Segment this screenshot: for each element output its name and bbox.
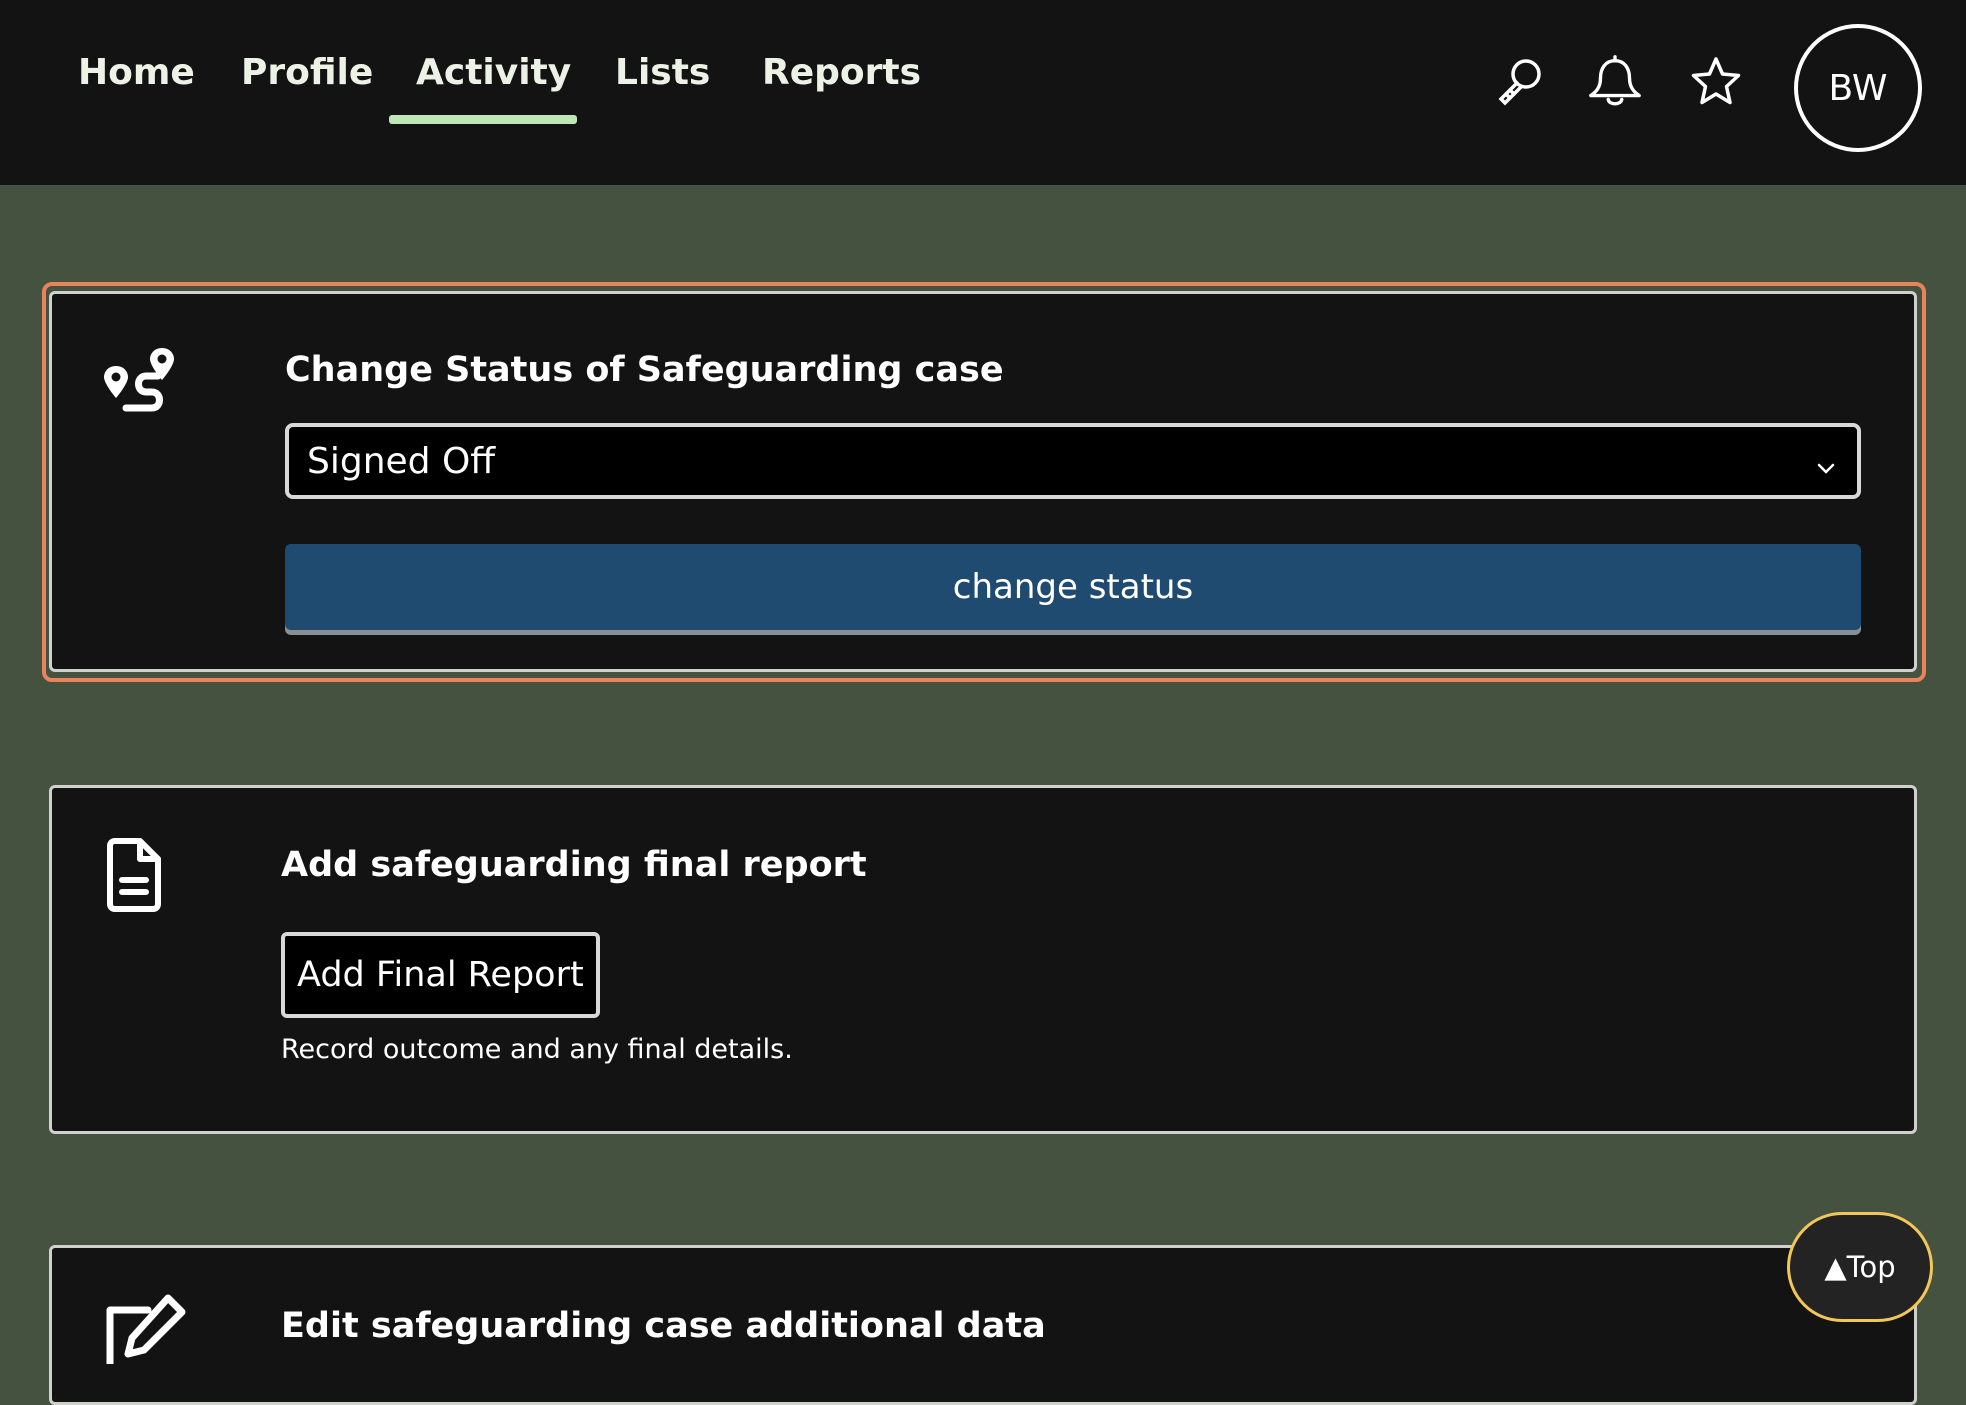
- change-status-button[interactable]: change status: [285, 544, 1861, 630]
- report-card-title: Add safeguarding final report: [281, 845, 867, 885]
- search-icon[interactable]: [1490, 52, 1550, 112]
- report-help-text: Record outcome and any final details.: [281, 1034, 793, 1065]
- nav-activity[interactable]: Activity: [416, 52, 571, 93]
- add-final-report-button[interactable]: Add Final Report: [281, 932, 600, 1018]
- status-card-title: Change Status of Safeguarding case: [285, 350, 1004, 390]
- star-icon[interactable]: [1686, 52, 1746, 112]
- document-icon: [104, 838, 162, 916]
- active-tab-indicator: [389, 115, 577, 124]
- chevron-down-icon: [1815, 447, 1837, 488]
- nav-home[interactable]: Home: [78, 52, 195, 93]
- edit-icon: [102, 1294, 188, 1368]
- nav-lists[interactable]: Lists: [615, 52, 710, 93]
- nav-reports[interactable]: Reports: [762, 52, 921, 93]
- final-report-card: Add safeguarding final report Add Final …: [49, 785, 1917, 1134]
- user-avatar[interactable]: BW: [1794, 24, 1922, 152]
- edit-additional-data-card: Edit safeguarding case additional data: [49, 1245, 1917, 1405]
- route-icon: [102, 346, 178, 426]
- back-to-top-button[interactable]: ▲Top: [1787, 1212, 1933, 1322]
- edit-card-title: Edit safeguarding case additional data: [281, 1306, 1046, 1346]
- bell-icon[interactable]: [1585, 52, 1645, 112]
- status-select-value: Signed Off: [307, 440, 496, 482]
- change-status-card: Change Status of Safeguarding case Signe…: [49, 291, 1917, 672]
- status-select[interactable]: Signed Off: [285, 423, 1861, 499]
- nav-profile[interactable]: Profile: [241, 52, 373, 93]
- top-navigation-bar: Home Profile Activity Lists Reports BW: [0, 0, 1966, 185]
